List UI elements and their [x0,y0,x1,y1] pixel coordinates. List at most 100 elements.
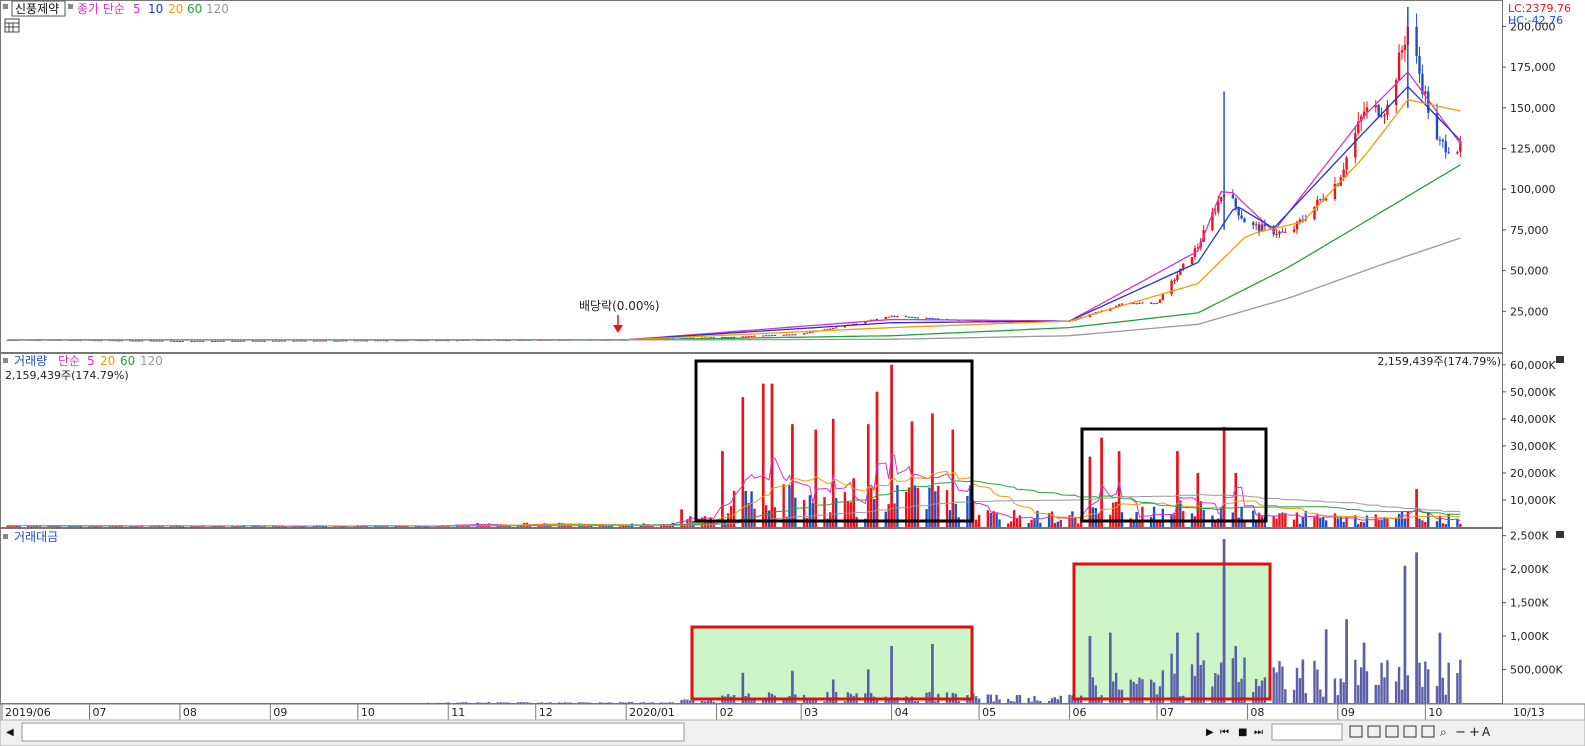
amount-bar [1117,689,1121,703]
maximize-icon[interactable] [1556,356,1564,363]
candle [1441,139,1445,142]
amount-bar [1231,658,1235,703]
volume-bar [872,499,876,527]
candle [1438,139,1442,141]
candle [884,316,887,319]
amount-bar [566,702,570,704]
candle [1257,224,1261,232]
candle [178,340,182,342]
stop-icon[interactable]: ■ [1238,727,1247,738]
candle [931,318,934,320]
candle [242,340,246,342]
amount-bar [540,702,543,704]
amount-bar [1377,684,1380,703]
volume-bar [178,526,182,528]
volume-peak-bar [875,391,879,527]
scroll-right-icon[interactable]: ▶ [1206,727,1214,738]
volume-bar [986,510,990,527]
candle [315,340,319,342]
candle [1383,114,1386,117]
candle [298,340,301,342]
candle [770,335,774,337]
volume-bar [587,526,590,528]
amount-bar [1027,697,1030,703]
candle [1397,52,1401,81]
amount-bar [1359,667,1363,703]
amount-bar [1298,678,1302,703]
candle [1342,169,1345,178]
amount-bar [1068,694,1071,703]
candle [1292,229,1296,232]
amount-bar [1447,662,1450,703]
candle [832,328,835,330]
amount-bar [668,702,672,704]
amount-peak-bar [1176,632,1179,703]
volume-peak-bar [831,418,835,527]
candle [339,340,342,342]
candle [257,340,260,342]
candle [1400,50,1404,53]
fast-forward-icon[interactable]: ⏭ [1254,727,1263,738]
volume-value-right: 2,159,439주(174.79%) [1377,355,1501,368]
amount-bar [1295,667,1299,703]
amount-bar [487,702,491,704]
amount-bar [522,702,526,704]
amount-bar [639,702,642,704]
volume-bar [88,526,91,528]
auto-scale-button[interactable]: A [1482,725,1491,739]
amount-bar [549,702,552,704]
zoom-out-icon[interactable]: − [1455,725,1466,740]
amount-bar [995,694,998,703]
amount-bar [659,702,663,704]
dividend-label: 배당락(0.00%) [579,299,660,313]
candle [1278,231,1281,234]
x-axis-label: 2019/06 [5,706,51,719]
volume-bar [1336,518,1340,527]
volume-bar [747,502,750,527]
amount-bar [604,702,607,704]
vma20-label: 20 [100,354,115,368]
amount-peak-bar [1109,632,1112,703]
volume-bar [1030,519,1033,527]
amount-peak-bar [1415,552,1418,703]
candle [283,340,287,342]
candle [910,316,914,318]
candle [893,315,896,317]
stock-chart: 25,000 50,000 75,000 100,000 125,000 150,000 1… [0,0,1585,746]
bottom-toolbar: ◀ ▶ ⏮ ■ ⏭ ⌕ − + A [0,719,1585,746]
amount-bar [665,702,669,704]
amount-bar [630,702,634,704]
candle [260,340,263,342]
amount-bar [496,702,500,704]
maximize-icon[interactable] [1556,531,1564,538]
amount-bar [916,701,920,703]
amount-bar [499,702,502,704]
volume-peak-bar [931,413,934,527]
candle [1319,199,1322,201]
magnifier-icon[interactable]: ⌕ [1440,725,1447,739]
candle [304,340,307,342]
amount-bar [589,702,593,704]
amount-bar [502,702,505,704]
volume-bar [1374,514,1377,527]
rewind-icon[interactable]: ⏮ [1220,727,1229,738]
volume-bar [1199,501,1202,527]
zoom-slider[interactable] [1271,723,1343,741]
amount-bar [578,702,581,704]
candle [277,340,281,342]
amount-bar [461,702,465,704]
grid-icon[interactable] [4,18,20,33]
amount-bar [683,699,686,703]
volume-bar [1421,520,1424,527]
candle [1243,218,1246,223]
scrollbar-thumb[interactable] [21,722,685,742]
candle [1219,197,1223,202]
volume-bar [1397,513,1401,527]
amount-bar [1456,673,1459,703]
amount-bar [989,694,992,703]
volume-bar [417,526,421,528]
zoom-in-icon[interactable]: + [1469,725,1480,740]
amount-bar [1313,660,1316,703]
candle [1444,141,1447,153]
scroll-left-icon[interactable]: ◀ [6,727,14,738]
